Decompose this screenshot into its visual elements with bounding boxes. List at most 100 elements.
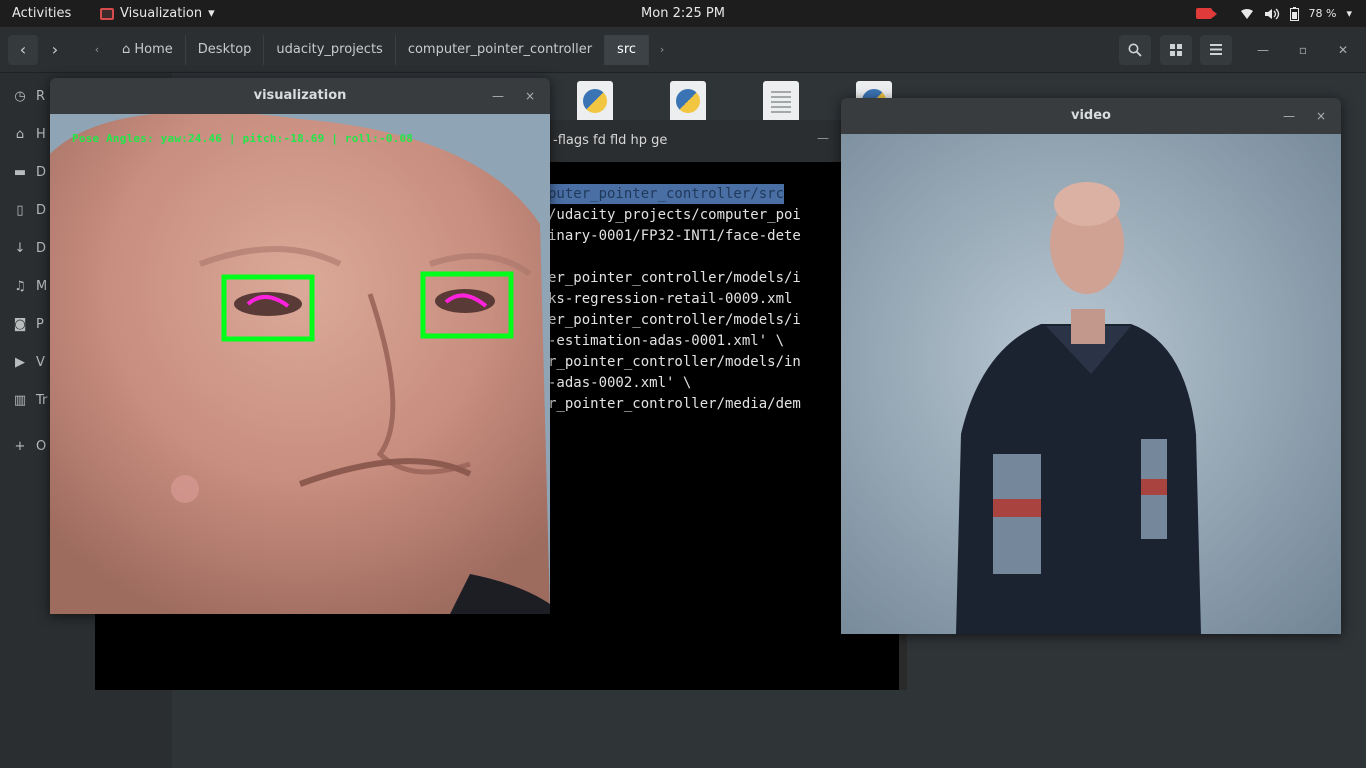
window-title: visualization	[253, 88, 347, 103]
screen-record-icon[interactable]	[1195, 8, 1217, 19]
sidebar-item-label: H	[36, 126, 46, 142]
home-icon: ⌂	[122, 42, 131, 57]
clock[interactable]: Mon 2:25 PM	[641, 6, 725, 21]
terminal-title: -flags fd fld hp ge	[553, 133, 668, 148]
close-button[interactable]: ✕	[1328, 35, 1358, 65]
plus-icon: +	[14, 438, 26, 454]
app-icon	[100, 7, 114, 20]
sidebar-item-desktop[interactable]: ▬ D	[12, 160, 52, 184]
view-mode-button[interactable]	[1160, 35, 1192, 65]
breadcrumb-udacity-projects[interactable]: udacity_projects	[264, 35, 396, 65]
terminal-line: /udacity_projects/computer_poi	[548, 207, 801, 223]
breadcrumb-scroll-left[interactable]: ‹	[84, 35, 110, 65]
close-icon: ✕	[1337, 43, 1349, 57]
close-button[interactable]: ×	[1309, 98, 1333, 134]
sidebar-item-documents[interactable]: ▯ D	[12, 198, 52, 222]
app-menu-label: Visualization	[120, 6, 203, 21]
chevron-left-icon: ‹	[94, 43, 100, 56]
camera-icon: ◙	[13, 316, 27, 332]
terminal-minimize-icon[interactable]: —	[817, 131, 829, 145]
system-tray[interactable]: 78 % ▾	[1195, 0, 1352, 27]
chevron-down-icon[interactable]: ▾	[1346, 0, 1352, 27]
sidebar-item-pictures[interactable]: ◙ P	[12, 312, 52, 336]
clock-icon: ◷	[14, 88, 26, 104]
terminal-line: puter_pointer_controller/src	[548, 184, 785, 204]
battery-icon[interactable]	[1289, 6, 1299, 21]
grid-icon	[1170, 44, 1182, 56]
terminal-line: -adas-0002.xml' \	[548, 375, 692, 391]
music-icon: ♫	[14, 278, 26, 294]
face-visualization-frame	[50, 114, 550, 614]
breadcrumb-desktop[interactable]: Desktop	[186, 35, 265, 65]
forward-button[interactable]: ›	[40, 35, 70, 65]
visualization-titlebar[interactable]: visualization — ×	[50, 78, 550, 114]
breadcrumb-src[interactable]: src	[605, 35, 650, 65]
terminal-line: er_pointer_controller/models/i	[548, 270, 801, 286]
sidebar-item-videos[interactable]: ▶ V	[12, 350, 52, 374]
download-icon: ↓	[14, 240, 26, 256]
top-bar: Activities Visualization ▾ Mon 2:25 PM 7…	[0, 0, 1366, 27]
sidebar-item-label: V	[36, 354, 45, 370]
sidebar-item-music[interactable]: ♫ M	[12, 274, 52, 298]
terminal-line: inary-0001/FP32-INT1/face-dete	[548, 228, 801, 244]
search-icon	[1128, 43, 1142, 57]
sidebar-item-home[interactable]: ⌂ H	[12, 122, 52, 146]
maximize-button[interactable]: ▫	[1288, 35, 1318, 65]
text-lines-icon	[771, 91, 791, 115]
video-frame	[841, 134, 1341, 634]
wifi-icon[interactable]	[1240, 8, 1254, 20]
sidebar-item-label: D	[36, 202, 47, 218]
volume-icon[interactable]	[1264, 8, 1280, 20]
sidebar-item-label: D	[36, 240, 47, 256]
sidebar-item-downloads[interactable]: ↓ D	[12, 236, 52, 260]
python-file-icon[interactable]	[670, 81, 706, 123]
app-menu[interactable]: Visualization ▾	[100, 0, 215, 27]
sidebar-item-label: O	[36, 438, 47, 454]
sidebar-item-label: Tr	[36, 392, 48, 408]
trash-icon: ▥	[13, 392, 27, 408]
hamburger-icon	[1210, 44, 1222, 55]
breadcrumb-label: udacity_projects	[276, 42, 383, 57]
close-button[interactable]: ×	[518, 78, 542, 114]
breadcrumb-home[interactable]: ⌂ Home	[110, 35, 186, 65]
video-icon: ▶	[15, 354, 25, 370]
visualization-window[interactable]: visualization — × Pose Angles: yaw:24.46…	[50, 78, 550, 614]
battery-percent: 78 %	[1308, 7, 1337, 20]
python-logo-icon	[676, 89, 700, 113]
minimize-button[interactable]: —	[486, 78, 510, 114]
breadcrumb-label: src	[617, 42, 637, 57]
terminal-line: ks-regression-retail-0009.xml	[548, 291, 793, 307]
python-file-icon[interactable]	[577, 81, 613, 123]
breadcrumb-computer-pointer-controller[interactable]: computer_pointer_controller	[396, 35, 606, 65]
activities-button[interactable]: Activities	[12, 0, 71, 27]
text-file-icon[interactable]	[763, 81, 799, 123]
forward-arrow-icon: ›	[51, 40, 59, 59]
sidebar-item-label: R	[36, 88, 46, 104]
folder-icon: ▬	[13, 164, 27, 180]
back-arrow-icon: ‹	[19, 40, 27, 59]
menu-button[interactable]	[1200, 35, 1232, 65]
terminal-line: r_pointer_controller/models/in	[548, 354, 801, 370]
breadcrumb-scroll-right[interactable]: ›	[649, 35, 675, 65]
chevron-down-icon: ▾	[208, 6, 215, 21]
python-logo-icon	[583, 89, 607, 113]
chevron-right-icon: ›	[659, 43, 665, 56]
minimize-button[interactable]: —	[1248, 35, 1278, 65]
minimize-button[interactable]: —	[1277, 98, 1301, 134]
terminal-line: er_pointer_controller/models/i	[548, 312, 801, 328]
pose-angles-label: Pose Angles: yaw:24.46 | pitch:-18.69 | …	[72, 132, 414, 145]
video-titlebar[interactable]: video — ×	[841, 98, 1341, 134]
terminal-line: r_pointer_controller/media/dem	[548, 396, 801, 412]
sidebar-item-label: P	[36, 316, 44, 332]
maximize-icon: ▫	[1298, 43, 1308, 57]
video-window[interactable]: video — ×	[841, 98, 1341, 634]
search-button[interactable]	[1119, 35, 1151, 65]
sidebar-item-other-locations[interactable]: + O	[12, 434, 52, 458]
breadcrumb: ‹ ⌂ Home Desktop udacity_projects comput…	[84, 35, 675, 65]
sidebar-item-recent[interactable]: ◷ R	[12, 84, 52, 108]
back-button[interactable]: ‹	[8, 35, 38, 65]
sidebar-item-trash[interactable]: ▥ Tr	[12, 388, 52, 412]
breadcrumb-label: Desktop	[197, 42, 252, 57]
window-title: video	[1071, 108, 1111, 123]
minimize-icon: —	[1257, 43, 1269, 57]
